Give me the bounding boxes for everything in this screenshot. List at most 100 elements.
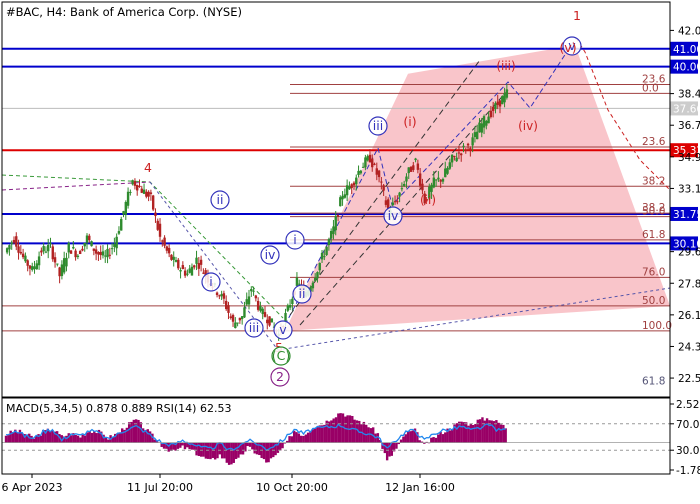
macd-bar (344, 416, 347, 443)
candle-body (366, 155, 369, 161)
macd-bar (79, 437, 82, 443)
candle-body (154, 212, 157, 217)
macd-bar (183, 442, 187, 450)
macd-bar (39, 435, 43, 443)
macd-bar (76, 435, 80, 443)
candle-body (320, 252, 324, 260)
wave-label: (iv) (518, 119, 538, 133)
candle-body (174, 260, 178, 262)
candle-body (88, 235, 91, 241)
candle-body (434, 179, 438, 181)
macd-bar (4, 435, 8, 443)
candle-body (67, 243, 70, 253)
candle-body (361, 166, 365, 168)
macd-bar (434, 437, 438, 443)
macd-bar (302, 435, 305, 443)
macd-bar (246, 442, 249, 447)
candle-body (167, 247, 171, 254)
fib-label: 0.0 (642, 82, 659, 94)
candle-body (357, 170, 360, 175)
macd-bar (441, 434, 445, 443)
fib-label: 50.0 (642, 206, 665, 218)
candle-body (215, 292, 219, 296)
macd-bar (411, 430, 414, 443)
macd-bar (290, 436, 294, 443)
macd-bar (327, 421, 331, 443)
macd-bar (306, 432, 310, 443)
candle-body (252, 290, 255, 292)
level-label: 41.00 (673, 44, 700, 56)
candle-body (28, 265, 32, 269)
macd-bar (193, 442, 196, 450)
macd-bar (462, 422, 466, 443)
macd-bar (444, 432, 447, 443)
macd-bar (137, 419, 140, 443)
candle-body (42, 246, 45, 252)
candle-body (10, 242, 13, 245)
macd-bar (362, 421, 366, 443)
macd-bar (83, 435, 87, 443)
macd-bar (279, 442, 282, 451)
candle-body (503, 93, 506, 103)
candle-body (441, 178, 445, 182)
candle-body (382, 185, 385, 191)
macd-bar (167, 442, 170, 452)
macd-bar (439, 431, 442, 443)
candle-body (263, 312, 267, 317)
candle-body (129, 191, 132, 193)
macd-bar (104, 437, 108, 443)
macd-bar (9, 430, 12, 443)
macd-bar (132, 419, 136, 443)
candle-body (261, 308, 264, 315)
macd-bar (457, 421, 461, 443)
candle-body (485, 120, 488, 126)
macd-bar (295, 432, 298, 443)
wave-label: 4 (144, 160, 152, 175)
candle-body (318, 262, 321, 271)
candle-body (58, 267, 61, 277)
candle-body (368, 154, 372, 163)
candle-body (231, 314, 235, 322)
macd-bar (93, 431, 96, 443)
macd-bar (206, 442, 210, 459)
macd-bar (492, 421, 496, 443)
candle-body (97, 252, 100, 255)
macd-bar (334, 417, 338, 443)
candle-body (199, 259, 203, 265)
candle-body (501, 96, 504, 105)
candle-body (400, 188, 404, 190)
candle-body (33, 266, 36, 270)
candle-body (51, 246, 54, 260)
candle-body (469, 148, 472, 151)
macd-bar (409, 431, 412, 443)
macd-bar (474, 423, 477, 443)
macd-bar (311, 429, 314, 443)
candle-body (142, 189, 146, 194)
macd-bar (81, 434, 84, 443)
y-tick-label: 36.72 (678, 120, 700, 132)
candle-body (323, 256, 326, 258)
candle-body (377, 170, 381, 178)
candle-body (291, 298, 294, 305)
candle-body (44, 251, 48, 253)
candle-body (250, 288, 253, 292)
candle-body (47, 245, 50, 252)
candle-body (163, 237, 166, 246)
candle-body (464, 149, 467, 151)
macd-bar (464, 422, 468, 443)
candle-body (195, 257, 198, 264)
candle-body (375, 168, 378, 175)
candle-body (31, 266, 34, 270)
macd-bar (146, 429, 149, 443)
candle-body (222, 293, 226, 299)
candle-body (65, 257, 68, 267)
candle-body (234, 322, 237, 329)
macd-bar (395, 442, 398, 449)
x-tick-label: 6 Apr 2023 (1, 481, 62, 494)
level-label: 31.75 (673, 209, 700, 221)
candle-body (56, 263, 59, 265)
macd-bar (86, 432, 89, 443)
chart-root: 41.00 40.00 35.32 31.75 30.10 37.66 23.6 0.0 23… (0, 0, 700, 500)
candle-body (183, 270, 187, 276)
macd-bar (88, 431, 91, 443)
